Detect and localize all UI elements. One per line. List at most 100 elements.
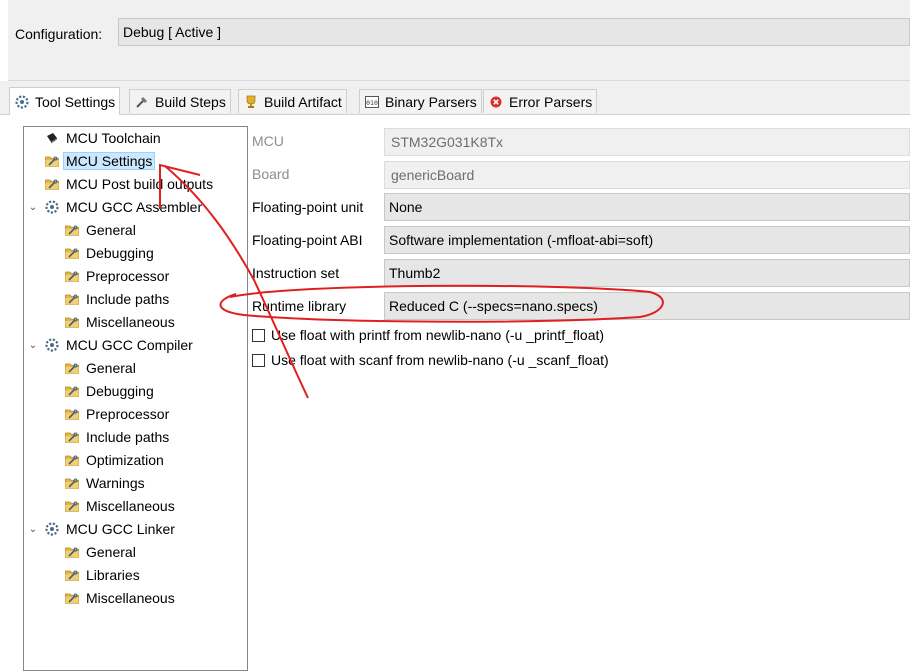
folder-settings-icon — [64, 314, 80, 330]
tree-item-label: Include paths — [86, 291, 170, 307]
tree-item-label: Warnings — [86, 475, 145, 491]
tree-item-mcu-gcc-compiler-preprocessor[interactable]: Preprocessor — [64, 404, 171, 424]
binary-parsers-icon: 010 — [364, 94, 380, 110]
tab-label: Build Steps — [155, 93, 226, 110]
svg-text:010: 010 — [366, 99, 378, 107]
fpabi-label: Floating-point ABI — [252, 232, 363, 248]
tab-bar: Tool Settings Build Steps Build Artifact… — [0, 81, 910, 115]
configuration-select[interactable]: Debug [ Active ] — [118, 18, 910, 46]
tab-build-steps[interactable]: Build Steps — [129, 89, 231, 113]
tab-error-parsers[interactable]: Error Parsers — [483, 89, 598, 113]
tree-item-mcu-gcc-compiler[interactable]: MCU GCC Compiler — [44, 335, 195, 355]
scanf-float-checkbox[interactable] — [252, 353, 265, 367]
tree-item-label: MCU GCC Assembler — [66, 199, 203, 215]
scanf-float-label: Use float with scanf from newlib-nano (-… — [271, 352, 609, 368]
expand-chevron-icon[interactable]: ⌄ — [28, 202, 38, 213]
printf-float-label: Use float with printf from newlib-nano (… — [271, 327, 605, 343]
folder-settings-icon — [64, 245, 80, 261]
tree-item-mcu-gcc-compiler-debugging[interactable]: Debugging — [64, 381, 156, 401]
gear-tool-icon — [44, 199, 60, 215]
folder-settings-icon — [64, 268, 80, 284]
tab-label: Error Parsers — [509, 93, 593, 110]
tree-item-label: Debugging — [86, 245, 154, 261]
tree-item-mcu-gcc-compiler-general[interactable]: General — [64, 358, 138, 378]
tree-item-label: MCU Settings — [62, 152, 156, 170]
fpu-label: Floating-point unit — [252, 199, 364, 215]
instruction-set-select[interactable]: Thumb2 — [384, 259, 910, 287]
folder-settings-icon — [44, 153, 60, 169]
board-label: Board — [252, 166, 290, 182]
tree-item-label: MCU GCC Linker — [66, 521, 175, 537]
folder-settings-icon — [64, 567, 80, 583]
folder-settings-icon — [64, 590, 80, 606]
tree-item-mcu-gcc-assembler-debugging[interactable]: Debugging — [64, 243, 156, 263]
tab-label: Build Artifact — [264, 93, 342, 110]
board-field: genericBoard — [384, 161, 910, 189]
tree-item-mcu-gcc-linker-general[interactable]: General — [64, 542, 138, 562]
tree-item-mcu-gcc-assembler-general[interactable]: General — [64, 220, 138, 240]
tree-item-label: General — [86, 360, 136, 376]
tree-item-mcu-gcc-compiler-optimization[interactable]: Optimization — [64, 450, 166, 470]
printf-float-checkbox[interactable] — [252, 328, 265, 342]
fpu-select[interactable]: None — [384, 193, 910, 221]
tree-item-mcu-gcc-assembler[interactable]: MCU GCC Assembler — [44, 197, 204, 217]
tab-tool-settings[interactable]: Tool Settings — [9, 87, 121, 115]
tree-item-mcu-gcc-compiler-warnings[interactable]: Warnings — [64, 473, 147, 493]
build-steps-icon — [134, 94, 150, 110]
tree-item-label: Preprocessor — [86, 268, 170, 284]
folder-settings-icon — [64, 360, 80, 376]
folder-settings-icon — [64, 429, 80, 445]
folder-settings-icon — [64, 544, 80, 560]
fpabi-select[interactable]: Software implementation (-mfloat-abi=sof… — [384, 226, 910, 254]
tree-item-mcu-gcc-assembler-preprocessor[interactable]: Preprocessor — [64, 266, 171, 286]
tree-item-mcu-gcc-compiler-miscellaneous[interactable]: Miscellaneous — [64, 496, 177, 516]
expand-chevron-icon[interactable]: ⌄ — [28, 340, 38, 351]
tree-item-mcu-settings[interactable]: MCU Settings — [44, 151, 156, 171]
gear-tool-icon — [44, 337, 60, 353]
tree-item-label: MCU Toolchain — [66, 130, 161, 146]
tree-item-label: General — [86, 222, 136, 238]
tree-item-label: Optimization — [86, 452, 164, 468]
settings-tree[interactable]: MCU Toolchain MCU Settings MCU Post build … — [23, 126, 248, 671]
configuration-bar: Configuration: Debug [ Active ] — [8, 0, 910, 81]
tab-build-artifact[interactable]: Build Artifact — [238, 89, 347, 113]
tree-item-mcu-gcc-assembler-miscellaneous[interactable]: Miscellaneous — [64, 312, 177, 332]
tree-item-mcu-post-build-outputs[interactable]: MCU Post build outputs — [44, 174, 215, 194]
tree-item-label: Include paths — [86, 429, 170, 445]
runtime-library-select[interactable]: Reduced C (--specs=nano.specs) — [384, 292, 910, 320]
gear-tool-icon — [44, 521, 60, 537]
folder-settings-icon — [64, 383, 80, 399]
tree-item-mcu-gcc-linker[interactable]: MCU GCC Linker — [44, 519, 177, 539]
tree-item-mcu-gcc-linker-miscellaneous[interactable]: Miscellaneous — [64, 588, 177, 608]
tree-item-mcu-gcc-linker-libraries[interactable]: Libraries — [64, 565, 142, 585]
tree-item-label: Miscellaneous — [86, 590, 175, 606]
tool-settings-icon — [14, 94, 30, 110]
folder-settings-icon — [64, 452, 80, 468]
expand-chevron-icon[interactable]: ⌄ — [28, 524, 38, 535]
folder-settings-icon — [64, 475, 80, 491]
tree-item-label: MCU GCC Compiler — [66, 337, 193, 353]
tree-item-mcu-toolchain[interactable]: MCU Toolchain — [44, 128, 163, 148]
tab-label: Binary Parsers — [385, 93, 477, 110]
tab-label: Tool Settings — [35, 93, 116, 110]
folder-settings-icon — [64, 222, 80, 238]
tree-item-mcu-gcc-compiler-include-paths[interactable]: Include paths — [64, 427, 171, 447]
error-parsers-icon — [488, 94, 504, 110]
scanf-float-option[interactable]: Use float with scanf from newlib-nano (-… — [252, 351, 609, 369]
printf-float-option[interactable]: Use float with printf from newlib-nano (… — [252, 326, 604, 344]
tab-binary-parsers[interactable]: 010 Binary Parsers — [359, 89, 482, 113]
tree-item-label: Libraries — [86, 567, 140, 583]
instruction-set-label: Instruction set — [252, 265, 340, 281]
folder-settings-icon — [44, 176, 60, 192]
tree-item-mcu-gcc-assembler-include-paths[interactable]: Include paths — [64, 289, 171, 309]
tree-item-label: General — [86, 544, 136, 560]
tree-item-label: Miscellaneous — [86, 314, 175, 330]
folder-settings-icon — [64, 406, 80, 422]
configuration-label: Configuration: — [15, 26, 103, 42]
runtime-library-label: Runtime library — [252, 298, 347, 314]
tree-item-label: Miscellaneous — [86, 498, 175, 514]
tree-item-label: MCU Post build outputs — [66, 176, 214, 192]
folder-settings-icon — [64, 291, 80, 307]
chip-icon — [44, 130, 60, 146]
tree-item-label: Debugging — [86, 383, 154, 399]
